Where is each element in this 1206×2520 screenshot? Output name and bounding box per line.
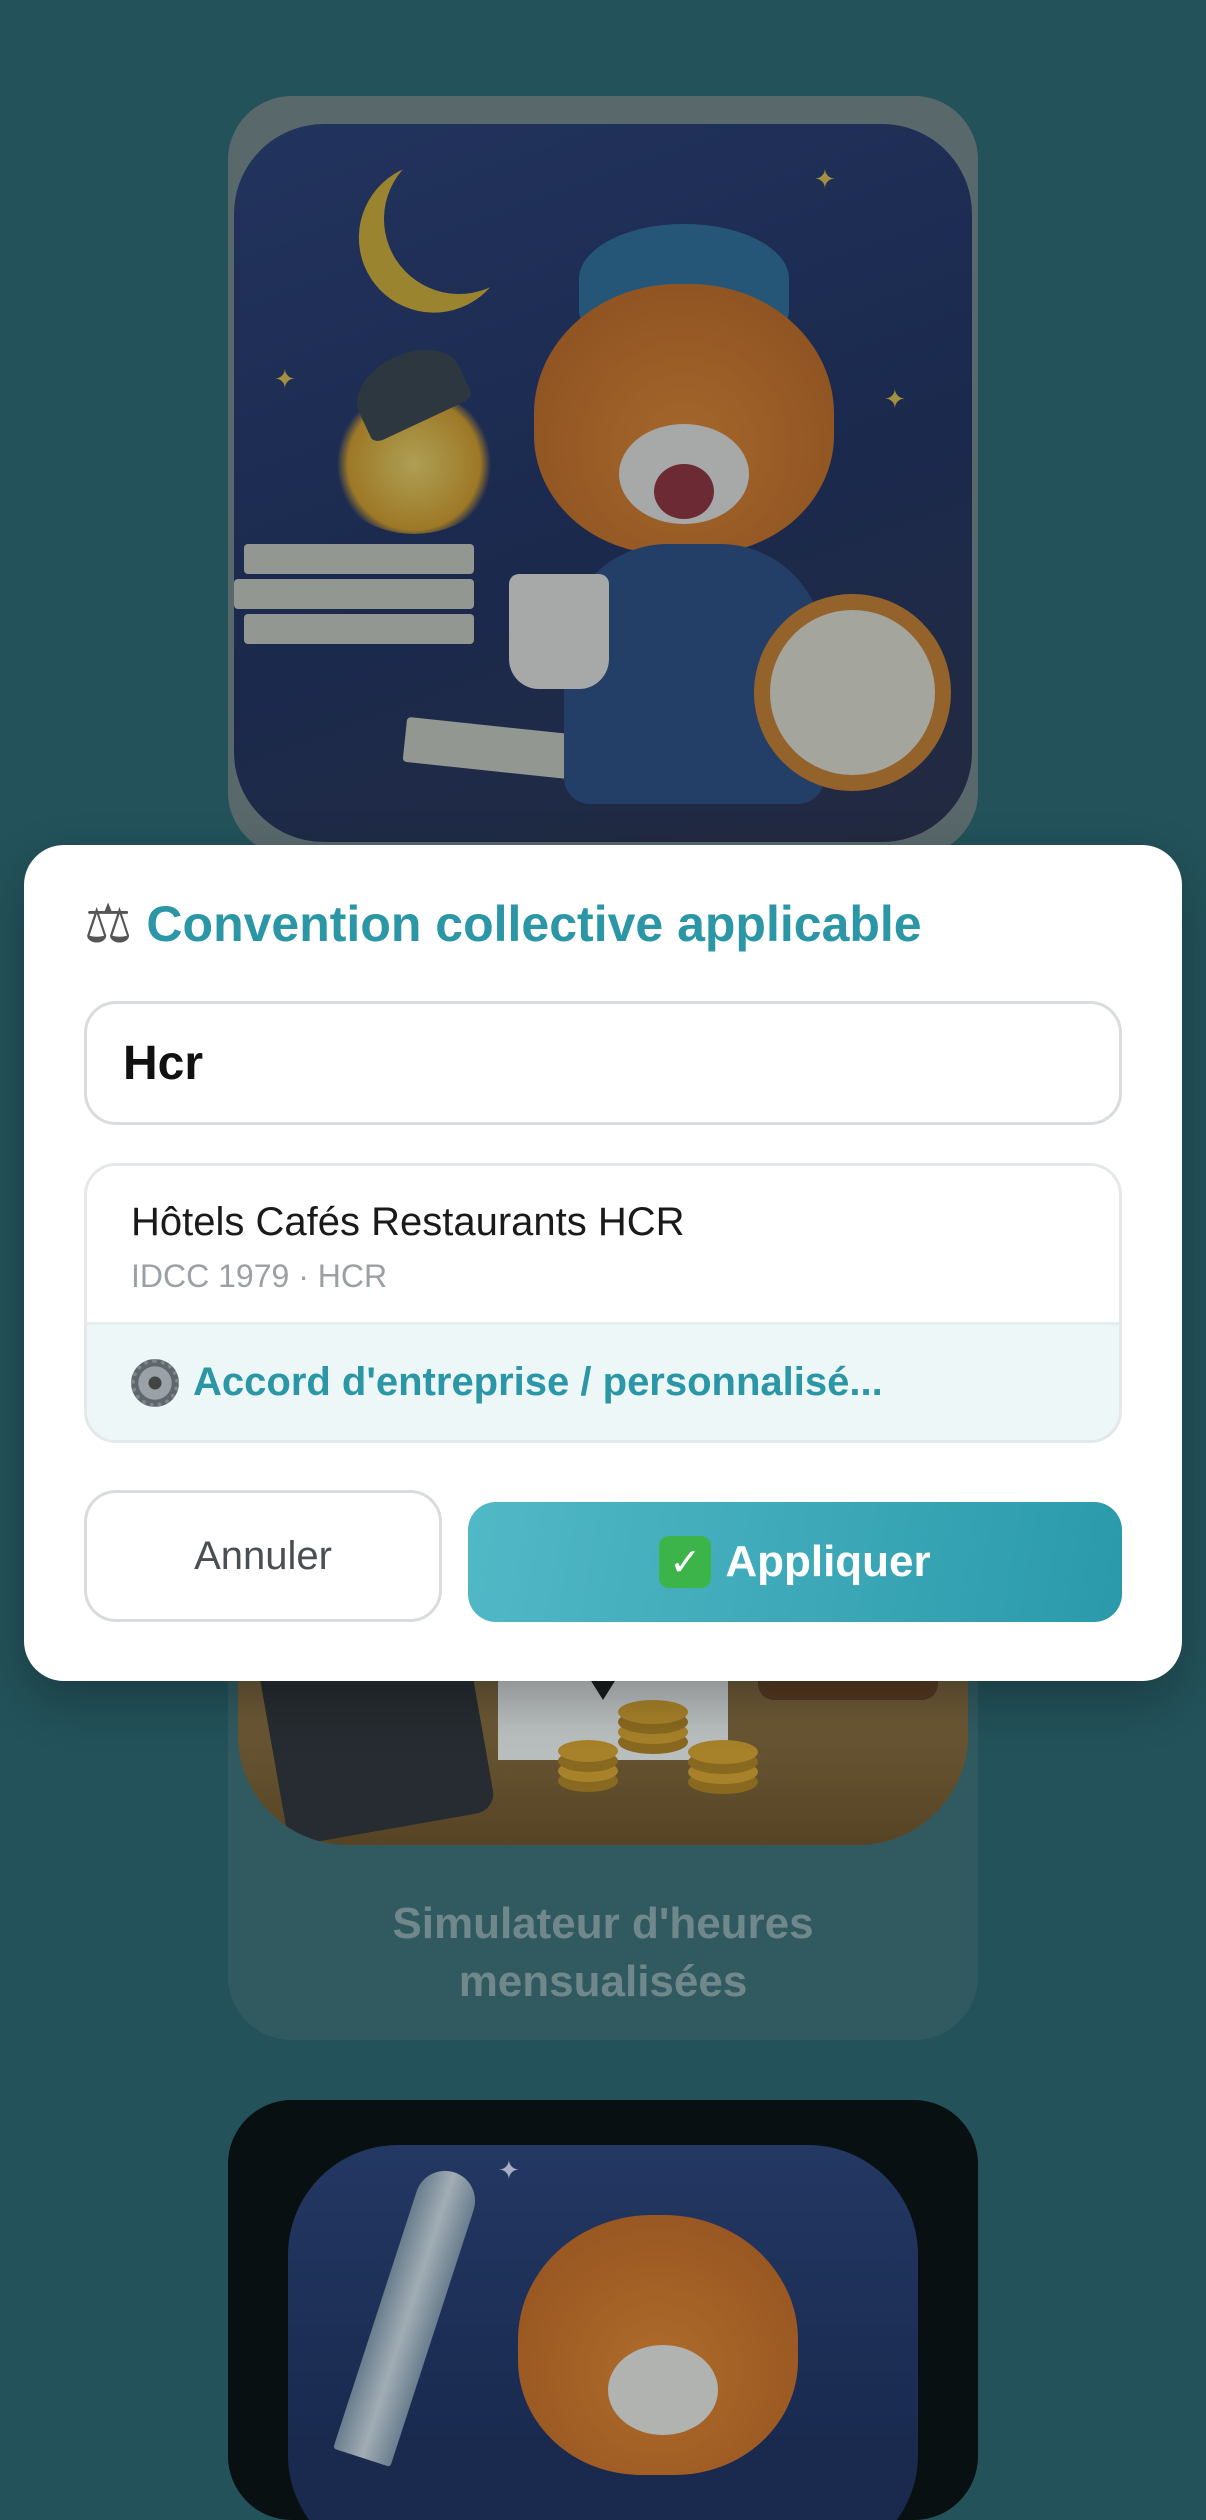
convention-modal: ⚖ Convention collective applicable Hôtel… bbox=[24, 845, 1182, 1681]
result-meta: IDCC 1979 · HCR bbox=[131, 1258, 388, 1294]
check-mark-icon: ✓ bbox=[659, 1536, 712, 1588]
app-card-fox-knight[interactable]: ✦ bbox=[228, 2100, 978, 2520]
modal-title: Convention collective applicable bbox=[146, 896, 922, 952]
overlay-dim bbox=[228, 2100, 978, 2520]
convention-search-input[interactable] bbox=[84, 1001, 1122, 1125]
custom-agreement-option[interactable]: Accord d'entreprise / personnalisé... bbox=[87, 1325, 1119, 1440]
app-card-sleepy-fox[interactable]: ✦ ✦ ✦ bbox=[228, 96, 978, 856]
result-item-hcr[interactable]: Hôtels Cafés Restaurants HCR IDCC 1979 ·… bbox=[87, 1166, 1119, 1325]
apply-label: Appliquer bbox=[725, 1537, 931, 1586]
result-name: Hôtels Cafés Restaurants HCR bbox=[131, 1200, 685, 1244]
modal-header: ⚖ Convention collective applicable bbox=[84, 895, 922, 953]
overlay-dim bbox=[228, 96, 978, 856]
cancel-button[interactable]: Annuler bbox=[84, 1490, 442, 1622]
balance-scale-icon: ⚖ bbox=[84, 894, 133, 954]
results-list: Hôtels Cafés Restaurants HCR IDCC 1979 ·… bbox=[84, 1163, 1122, 1443]
apply-button[interactable]: ✓ Appliquer bbox=[468, 1502, 1122, 1622]
custom-agreement-label: Accord d'entreprise / personnalisé... bbox=[193, 1360, 883, 1404]
gear-icon bbox=[131, 1358, 179, 1407]
